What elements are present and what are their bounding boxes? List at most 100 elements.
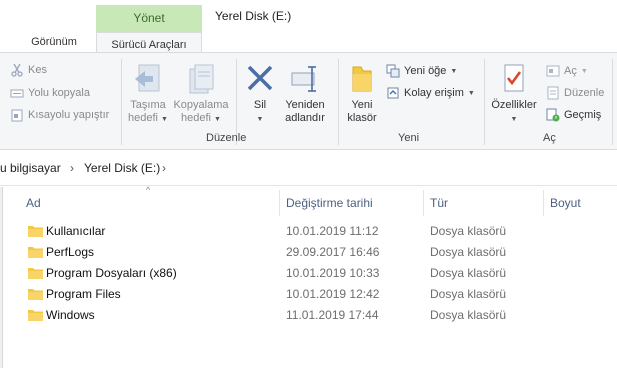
properties-label: Özellikler — [491, 99, 537, 111]
window-title: Yerel Disk (E:) — [215, 9, 292, 23]
breadcrumb-this-pc[interactable]: u bilgisayar — [0, 161, 61, 175]
column-divider[interactable] — [423, 190, 424, 216]
breadcrumb-drive[interactable]: Yerel Disk (E:) — [84, 161, 160, 175]
delete-button[interactable]: Sil ▼ — [242, 63, 278, 126]
move-to-button[interactable]: Taşıma hedefi ▼ — [126, 63, 170, 126]
new-item-label: Yeni öğe — [404, 65, 447, 77]
paste-shortcut-label: Kısayolu yapıştır — [28, 109, 110, 121]
column-divider[interactable] — [279, 190, 280, 216]
new-folder-icon — [352, 66, 372, 92]
column-header-name[interactable]: Ad — [26, 196, 41, 210]
file-type: Dosya klasörü — [430, 245, 507, 259]
file-type: Dosya klasörü — [430, 287, 507, 301]
sort-ascending-icon: ^ — [146, 185, 151, 195]
file-modified: 10.01.2019 11:12 — [286, 224, 379, 238]
delete-x-icon — [247, 65, 273, 91]
folder-icon — [28, 289, 43, 300]
group-label-organize: Düzenle — [206, 132, 247, 144]
copy-to-label-2: hedefi — [181, 112, 211, 124]
open-button[interactable]: Aç ▼ — [546, 62, 588, 80]
chevron-down-icon: ▼ — [450, 67, 458, 75]
table-row[interactable]: PerfLogs 29.09.2017 16:46 Dosya klasörü — [4, 242, 614, 263]
file-type: Dosya klasörü — [430, 266, 507, 280]
open-icon — [546, 64, 560, 78]
file-modified: 10.01.2019 10:33 — [286, 266, 380, 280]
edit-icon — [546, 86, 560, 100]
table-row[interactable]: Program Dosyaları (x86) 10.01.2019 10:33… — [4, 263, 614, 284]
chevron-down-icon: ▼ — [580, 67, 588, 75]
chevron-down-icon: ▼ — [256, 116, 264, 123]
chevron-down-icon: ▼ — [214, 116, 221, 123]
group-divider — [484, 59, 485, 145]
file-modified: 29.09.2017 16:46 — [286, 245, 380, 259]
delete-label: Sil — [253, 99, 267, 111]
column-header-type[interactable]: Tür — [430, 196, 448, 210]
easy-access-label: Kolay erişim — [404, 87, 464, 99]
group-divider — [121, 59, 122, 145]
folder-icon — [28, 247, 43, 258]
folder-icon — [28, 226, 43, 237]
rename-button[interactable]: Yeniden adlandır — [282, 63, 328, 125]
copy-to-button[interactable]: Kopyalama hedefi ▼ — [172, 63, 230, 126]
history-button[interactable]: Geçmiş — [546, 106, 601, 124]
new-folder-label-2: klasör — [347, 112, 377, 124]
file-type: Dosya klasörü — [430, 308, 507, 322]
chevron-down-icon: ▼ — [161, 116, 168, 123]
column-divider[interactable] — [543, 190, 544, 216]
new-folder-button[interactable]: Yeni klasör — [342, 63, 382, 125]
copy-to-label-1: Kopyalama — [173, 99, 229, 111]
open-label: Aç — [564, 65, 577, 77]
move-to-label-1: Taşıma — [130, 99, 166, 111]
history-icon — [546, 108, 560, 122]
folder-icon — [28, 268, 43, 279]
group-divider — [612, 59, 613, 145]
easy-access-icon — [386, 86, 400, 100]
copy-path-icon — [10, 86, 24, 100]
nav-pane-edge — [0, 187, 3, 368]
properties-icon — [504, 64, 524, 92]
file-modified: 10.01.2019 12:42 — [286, 287, 380, 301]
group-label-new: Yeni — [398, 132, 420, 144]
properties-button[interactable]: Özellikler ▼ — [488, 63, 540, 126]
group-divider — [338, 59, 339, 145]
cut-label: Kes — [28, 64, 47, 76]
column-header-modified[interactable]: Değiştirme tarihi — [286, 196, 373, 210]
file-name: PerfLogs — [46, 245, 95, 259]
file-name: Program Files — [46, 287, 121, 301]
ribbon: Kes Yolu kopyala Kısayolu yapıştır Taşım… — [0, 53, 617, 150]
rename-icon — [291, 66, 316, 92]
tab-view[interactable]: Görünüm — [20, 32, 88, 52]
breadcrumb-separator[interactable]: › — [162, 161, 166, 175]
paste-shortcut-icon — [10, 108, 24, 122]
copy-to-icon — [189, 64, 214, 94]
group-label-open: Aç — [543, 132, 556, 144]
file-modified: 11.01.2019 17:44 — [286, 308, 379, 322]
folder-icon — [28, 310, 43, 321]
scissors-icon — [10, 63, 24, 77]
file-name: Windows — [46, 308, 95, 322]
rename-label-2: adlandır — [285, 112, 325, 124]
edit-label: Düzenle — [564, 87, 605, 99]
file-name: Program Dosyaları (x86) — [46, 266, 177, 280]
easy-access-button[interactable]: Kolay erişim ▼ — [386, 84, 475, 102]
cut-button[interactable]: Kes — [10, 61, 47, 79]
new-item-icon — [386, 64, 400, 78]
chevron-down-icon: ▼ — [467, 89, 475, 97]
table-row[interactable]: Kullanıcılar 10.01.2019 11:12 Dosya klas… — [4, 221, 614, 242]
paste-shortcut-button[interactable]: Kısayolu yapıştır — [10, 106, 109, 124]
context-tab-header: Yönet — [96, 5, 202, 32]
file-type: Dosya klasörü — [430, 224, 507, 238]
copy-path-button[interactable]: Yolu kopyala — [10, 84, 90, 102]
address-bar[interactable]: u bilgisayar › Yerel Disk (E:) › — [0, 150, 617, 186]
table-row[interactable]: Windows 11.01.2019 17:44 Dosya klasörü — [4, 305, 614, 326]
new-item-button[interactable]: Yeni öğe ▼ — [386, 62, 457, 80]
file-list: ^ Ad Değiştirme tarihi Tür Boyut Kullanı… — [0, 185, 617, 368]
edit-button[interactable]: Düzenle — [546, 84, 604, 102]
breadcrumb-separator[interactable]: › — [70, 161, 74, 175]
column-header-size[interactable]: Boyut — [550, 196, 581, 210]
history-label: Geçmiş — [564, 109, 602, 121]
move-to-label-2: hedefi — [128, 112, 158, 124]
table-row[interactable]: Program Files 10.01.2019 12:42 Dosya kla… — [4, 284, 614, 305]
tab-bar: Görünüm Yönet Sürücü Araçları Yerel Disk… — [0, 0, 617, 58]
rename-label-1: Yeniden — [285, 99, 325, 111]
